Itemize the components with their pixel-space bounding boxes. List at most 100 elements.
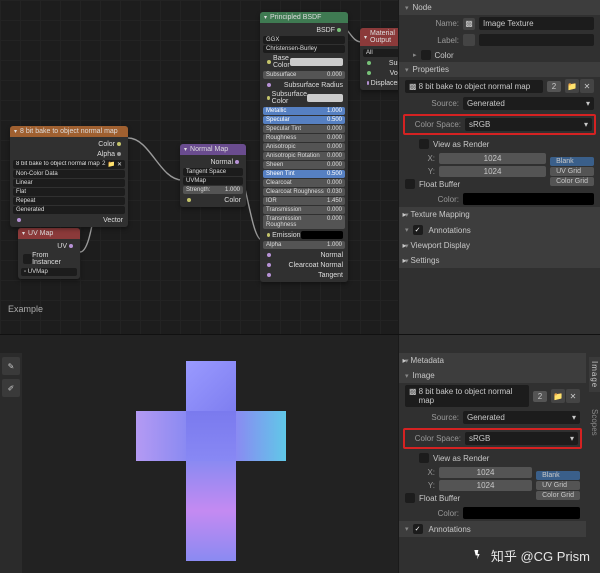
tool-annotate[interactable]: ✐ xyxy=(2,379,20,397)
uvmap-dropdown[interactable]: ▫ UVMap xyxy=(21,268,77,276)
node-normal-map[interactable]: Normal Map Normal Tangent Space UVMap St… xyxy=(180,144,246,207)
space-dropdown[interactable]: Tangent Space xyxy=(183,168,243,176)
label: From Instancer xyxy=(32,252,75,266)
colorspace-dropdown[interactable]: sRGB▾ xyxy=(465,432,578,445)
colorspace-dropdown[interactable]: sRGB▾ xyxy=(465,118,592,131)
gen-colorgrid[interactable]: Color Grid xyxy=(536,491,580,500)
users-count[interactable]: 2 xyxy=(533,391,547,402)
strength-slider[interactable]: Strength:1.000 xyxy=(183,186,243,194)
x-field[interactable]: 1024 xyxy=(439,467,532,478)
image-datablock[interactable]: ▩8 bit bake to object normal map xyxy=(405,80,543,93)
source-dropdown[interactable]: Generated xyxy=(13,206,125,214)
node-header[interactable]: Normal Map xyxy=(180,144,246,155)
colorspace-dropdown[interactable]: Non-Color Data xyxy=(13,170,125,178)
y-label: Y: xyxy=(405,481,435,490)
socket-label: BSDF xyxy=(316,27,335,34)
node-image-texture[interactable]: 8 bit bake to object normal map Color Al… xyxy=(10,126,128,227)
section-node[interactable]: Node xyxy=(399,0,600,15)
colorspace-label: Color Space: xyxy=(407,434,461,443)
float-buffer-label: Float Buffer xyxy=(419,494,460,503)
label-field[interactable] xyxy=(479,34,594,46)
source-label: Source: xyxy=(405,99,459,108)
section-metadata[interactable]: ▸ Metadata xyxy=(399,353,586,368)
section-settings[interactable]: ▸ Settings xyxy=(399,253,600,268)
gen-uvgrid[interactable]: UV Grid xyxy=(550,167,594,176)
color-swatch[interactable] xyxy=(463,507,580,519)
name-field[interactable]: Image Texture xyxy=(479,17,594,30)
interp-dropdown[interactable]: Linear xyxy=(13,179,125,187)
unlink-icon[interactable]: ✕ xyxy=(566,389,580,403)
node-principled-bsdf[interactable]: Principled BSDF BSDF GGX Christensen-Bur… xyxy=(260,12,348,282)
browse-icon[interactable]: 📁 xyxy=(551,389,565,403)
node-material-output[interactable]: Material Output All Surface Volume Displ… xyxy=(360,28,398,90)
sss-dropdown[interactable]: Christensen-Burley xyxy=(263,45,345,53)
view-as-render-label: View as Render xyxy=(433,454,489,463)
color-swatch[interactable] xyxy=(463,193,594,205)
section-annotations[interactable]: Annotations xyxy=(399,521,586,537)
node-editor[interactable]: UV Map UV From Instancer ▫ UVMap 8 bit b… xyxy=(0,0,398,334)
socket-label: Volume xyxy=(390,70,398,77)
gen-colorgrid[interactable]: Color Grid xyxy=(550,177,594,186)
section-annotations[interactable]: Annotations xyxy=(399,222,600,238)
section-viewport-display[interactable]: ▸ Viewport Display xyxy=(399,238,600,253)
from-instancer-checkbox[interactable] xyxy=(23,254,32,264)
proj-dropdown[interactable]: Flat xyxy=(13,188,125,196)
zhihu-icon xyxy=(471,548,487,564)
view-as-render-checkbox[interactable] xyxy=(419,139,429,149)
image-viewport[interactable]: ✎ ✐ xyxy=(0,335,398,573)
image-datablock[interactable]: ▩8 bit bake to object normal map xyxy=(405,385,529,407)
colorspace-highlight: Color Space: sRGB▾ xyxy=(403,428,582,449)
watermark: 知乎 @CG Prism xyxy=(471,546,590,565)
ext-dropdown[interactable]: Repeat xyxy=(13,197,125,205)
image-side-panel: Image Scopes ▸ Metadata Image ▩8 bit bak… xyxy=(398,335,600,573)
label-icon xyxy=(463,34,475,46)
vtab-scopes[interactable]: Scopes xyxy=(589,405,600,440)
source-dropdown[interactable]: Generated▾ xyxy=(463,411,580,424)
gen-uvgrid[interactable]: UV Grid xyxy=(536,481,580,490)
node-header[interactable]: UV Map xyxy=(18,228,80,239)
color-label: Color: xyxy=(405,195,459,204)
section-texture-mapping[interactable]: ▸ Texture Mapping xyxy=(399,207,600,222)
socket-label: Surface xyxy=(389,60,398,67)
socket-label: UV xyxy=(57,243,67,250)
socket-label: Displacement xyxy=(371,80,398,87)
x-label: X: xyxy=(405,154,435,163)
y-field[interactable]: 1024 xyxy=(439,166,546,177)
gen-blank[interactable]: Blank xyxy=(536,471,580,480)
section-image[interactable]: Image xyxy=(399,368,586,383)
color-label: Color xyxy=(435,51,454,60)
node-uv-map[interactable]: UV Map UV From Instancer ▫ UVMap xyxy=(18,228,80,279)
socket-label: Color xyxy=(98,141,115,148)
gen-blank[interactable]: Blank xyxy=(550,157,594,166)
y-label: Y: xyxy=(405,167,435,176)
float-buffer-label: Float Buffer xyxy=(419,180,460,189)
float-buffer-checkbox[interactable] xyxy=(405,179,415,189)
users-count[interactable]: 2 xyxy=(547,81,561,92)
dist-dropdown[interactable]: GGX xyxy=(263,36,345,44)
browse-icon[interactable]: 📁 xyxy=(565,79,579,93)
node-type-icon: ▩ xyxy=(463,18,475,30)
colorspace-highlight: Color Space: sRGB▾ xyxy=(403,114,596,135)
gen-type-buttons[interactable]: Blank UV Grid Color Grid xyxy=(536,471,580,500)
tool-sample[interactable]: ✎ xyxy=(2,357,20,375)
gen-type-buttons[interactable]: Blank UV Grid Color Grid xyxy=(550,157,594,186)
view-as-render-checkbox[interactable] xyxy=(419,453,429,463)
vtab-image[interactable]: Image xyxy=(589,357,600,392)
image-field[interactable]: 8 bit bake to object normal map 2📁✕ xyxy=(13,160,125,169)
color-checkbox[interactable] xyxy=(421,50,431,60)
node-header[interactable]: Material Output xyxy=(360,28,398,46)
node-header[interactable]: 8 bit bake to object normal map xyxy=(10,126,128,137)
x-label: X: xyxy=(405,468,435,477)
source-dropdown[interactable]: Generated▾ xyxy=(463,97,594,110)
x-field[interactable]: 1024 xyxy=(439,153,546,164)
unlink-icon[interactable]: ✕ xyxy=(580,79,594,93)
uvmap-field[interactable]: UVMap xyxy=(183,177,243,185)
colorspace-label: Color Space: xyxy=(407,120,461,129)
node-header[interactable]: Principled BSDF xyxy=(260,12,348,23)
target-dropdown[interactable]: All xyxy=(363,49,398,57)
color-label: Color: xyxy=(405,509,459,518)
y-field[interactable]: 1024 xyxy=(439,480,532,491)
float-buffer-checkbox[interactable] xyxy=(405,493,415,503)
section-properties[interactable]: Properties xyxy=(399,62,600,77)
normal-map-preview xyxy=(130,361,290,565)
